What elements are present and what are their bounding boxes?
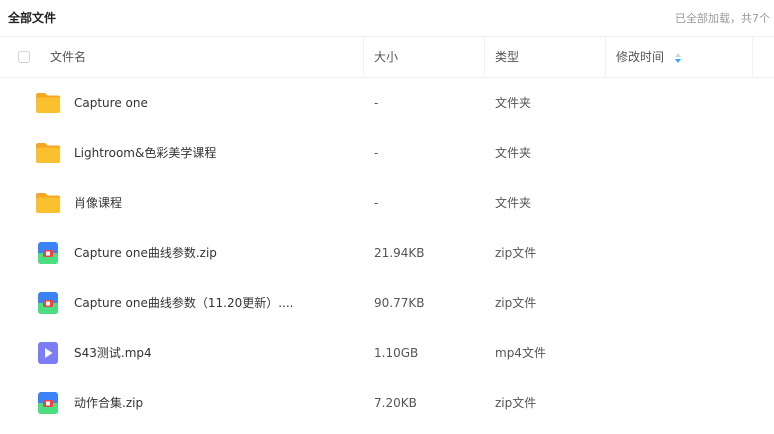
file-type: mp4文件 bbox=[495, 346, 546, 360]
column-modified[interactable]: 修改时间 bbox=[616, 37, 664, 77]
file-name[interactable]: 动作合集.zip bbox=[74, 378, 143, 428]
file-row[interactable]: 动作合集.zip 7.20KB zip文件 bbox=[0, 378, 774, 428]
column-divider bbox=[605, 37, 606, 77]
file-type: 文件夹 bbox=[495, 96, 532, 110]
file-row[interactable]: S43测试.mp4 1.10GB mp4文件 bbox=[0, 328, 774, 378]
file-count: 已全部加载，共7个 bbox=[675, 12, 770, 25]
file-size: 7.20KB bbox=[374, 396, 417, 410]
file-size: 21.94KB bbox=[374, 246, 425, 260]
file-row[interactable]: 肖像课程 - 文件夹 bbox=[0, 178, 774, 228]
select-all-checkbox[interactable] bbox=[18, 51, 30, 63]
folder-icon bbox=[36, 143, 60, 163]
file-name[interactable]: S43测试.mp4 bbox=[74, 328, 152, 378]
column-type[interactable]: 类型 bbox=[495, 37, 519, 77]
page-title: 全部文件 bbox=[8, 11, 57, 25]
column-size[interactable]: 大小 bbox=[374, 37, 398, 77]
video-icon bbox=[38, 342, 58, 364]
file-name[interactable]: Capture one曲线参数（11.20更新）.... bbox=[74, 278, 293, 328]
zip-icon bbox=[38, 292, 58, 314]
sort-icon[interactable] bbox=[675, 53, 681, 63]
table-header: 文件名 大小 类型 修改时间 bbox=[0, 36, 774, 78]
file-size: 90.77KB bbox=[374, 296, 425, 310]
file-row[interactable]: Capture one - 文件夹 bbox=[0, 78, 774, 128]
file-name[interactable]: Capture one bbox=[74, 78, 148, 128]
file-type: zip文件 bbox=[495, 246, 537, 260]
file-name[interactable]: 肖像课程 bbox=[74, 178, 122, 228]
column-divider bbox=[752, 37, 753, 77]
file-size: - bbox=[374, 196, 379, 210]
file-size: 1.10GB bbox=[374, 346, 419, 360]
folder-icon bbox=[36, 193, 60, 213]
column-name[interactable]: 文件名 bbox=[50, 37, 86, 77]
zip-icon bbox=[38, 242, 58, 264]
column-divider bbox=[363, 37, 364, 77]
file-row[interactable]: Capture one曲线参数.zip 21.94KB zip文件 bbox=[0, 228, 774, 278]
file-size: - bbox=[374, 96, 379, 110]
zip-icon bbox=[38, 392, 58, 414]
column-divider bbox=[484, 37, 485, 77]
file-row[interactable]: Lightroom&色彩美学课程 - 文件夹 bbox=[0, 128, 774, 178]
file-type: zip文件 bbox=[495, 396, 537, 410]
file-size: - bbox=[374, 146, 379, 160]
file-row[interactable]: Capture one曲线参数（11.20更新）.... 90.77KB zip文件 bbox=[0, 278, 774, 328]
file-type: 文件夹 bbox=[495, 146, 532, 160]
folder-icon bbox=[36, 93, 60, 113]
file-name[interactable]: Capture one曲线参数.zip bbox=[74, 228, 217, 278]
file-name[interactable]: Lightroom&色彩美学课程 bbox=[74, 128, 216, 178]
file-type: zip文件 bbox=[495, 296, 537, 310]
file-type: 文件夹 bbox=[495, 196, 532, 210]
toolbar: 全部文件 已全部加载，共7个 bbox=[0, 0, 774, 36]
